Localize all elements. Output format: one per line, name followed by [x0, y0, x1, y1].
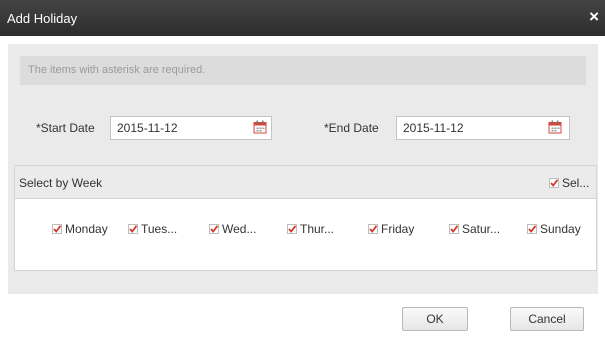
start-date-label: *Start Date — [36, 121, 95, 135]
dialog-footer: OK Cancel — [0, 294, 605, 339]
select-all-label[interactable]: Sel... — [562, 176, 589, 190]
sunday-checkbox[interactable] — [527, 224, 537, 234]
dialog-title: Add Holiday — [7, 11, 78, 26]
dialog-body: The items with asterisk are required. *S… — [8, 44, 598, 294]
monday-checkbox[interactable] — [52, 224, 62, 234]
required-notice: The items with asterisk are required. — [20, 56, 586, 85]
tuesday-label[interactable]: Tues... — [141, 222, 177, 236]
thursday-label[interactable]: Thur... — [300, 222, 334, 236]
required-notice-text: The items with asterisk are required. — [28, 64, 206, 76]
close-icon[interactable]: × — [589, 7, 599, 27]
monday-label[interactable]: Monday — [65, 222, 108, 236]
add-holiday-dialog: Add Holiday × The items with asterisk ar… — [0, 0, 605, 339]
saturday-checkbox[interactable] — [449, 224, 459, 234]
cancel-button[interactable]: Cancel — [510, 307, 584, 331]
start-date-field[interactable]: 2015-11-12 — [110, 116, 272, 140]
tuesday-checkbox[interactable] — [128, 224, 138, 234]
end-date-field[interactable]: 2015-11-12 — [396, 116, 570, 140]
calendar-icon[interactable] — [548, 120, 562, 134]
thursday-checkbox[interactable] — [287, 224, 297, 234]
friday-label[interactable]: Friday — [381, 222, 414, 236]
calendar-icon[interactable] — [253, 120, 267, 134]
start-date-value: 2015-11-12 — [117, 121, 178, 135]
end-date-value: 2015-11-12 — [403, 121, 464, 135]
select-by-week-title: Select by Week — [19, 176, 103, 190]
end-date-label: *End Date — [324, 121, 379, 135]
ok-button[interactable]: OK — [402, 307, 468, 331]
select-by-week-header: Select by Week Sel... — [15, 166, 596, 199]
friday-checkbox[interactable] — [368, 224, 378, 234]
select-by-week-panel: Select by Week Sel... Monday Tues... Wed… — [14, 165, 597, 271]
saturday-label[interactable]: Satur... — [462, 222, 500, 236]
wednesday-label[interactable]: Wed... — [222, 222, 256, 236]
sunday-label[interactable]: Sunday — [540, 222, 581, 236]
wednesday-checkbox[interactable] — [209, 224, 219, 234]
dialog-titlebar: Add Holiday × — [0, 0, 605, 36]
select-all-checkbox[interactable] — [549, 178, 559, 188]
